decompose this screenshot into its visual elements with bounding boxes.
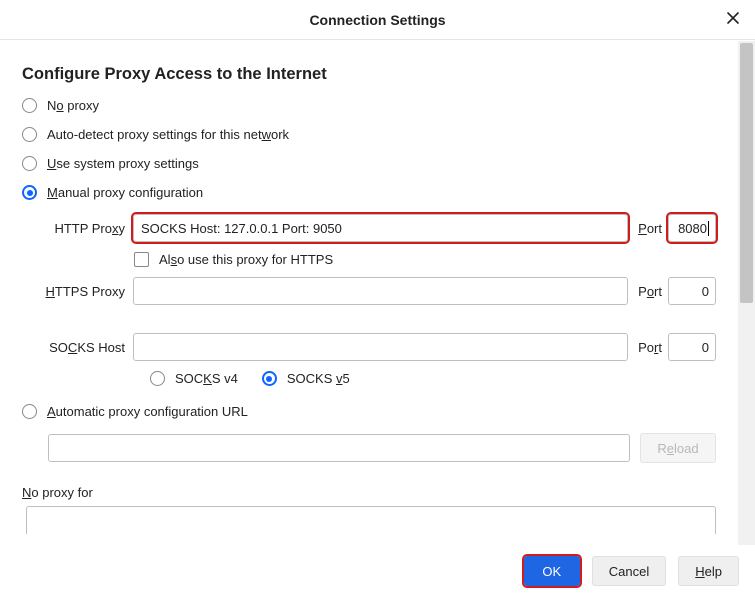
cancel-button[interactable]: Cancel	[592, 556, 666, 586]
http-port-label: Port	[638, 221, 662, 236]
http-proxy-label: HTTP Proxy	[40, 221, 125, 236]
radio-label: No proxy	[47, 98, 99, 113]
radio-label: Automatic proxy configuration URL	[47, 404, 248, 419]
titlebar: Connection Settings	[0, 0, 755, 40]
section-heading: Configure Proxy Access to the Internet	[22, 65, 716, 84]
radio-icon	[22, 127, 37, 142]
radio-icon	[22, 404, 37, 419]
scrollbar[interactable]	[738, 41, 755, 545]
help-button[interactable]: Help	[678, 556, 739, 586]
radio-icon	[22, 98, 37, 113]
dialog-title: Connection Settings	[309, 12, 445, 28]
https-port-input[interactable]: 0	[668, 277, 716, 305]
radio-icon	[262, 371, 277, 386]
socks-port-label: Port	[638, 340, 662, 355]
close-icon[interactable]	[725, 10, 741, 29]
reload-button: Reload	[640, 433, 716, 463]
radio-label: SOCKS v4	[175, 371, 238, 386]
radio-label: Use system proxy settings	[47, 156, 199, 171]
radio-socks-v4[interactable]: SOCKS v4	[150, 371, 238, 386]
ok-button[interactable]: OK	[524, 556, 580, 586]
radio-no-proxy[interactable]: No proxy	[22, 98, 716, 113]
https-port-label: Port	[638, 284, 662, 299]
http-port-input[interactable]: 8080	[668, 214, 716, 242]
radio-auto-config-url[interactable]: Automatic proxy configuration URL	[22, 404, 716, 419]
http-proxy-input[interactable]: SOCKS Host: 127.0.0.1 Port: 9050	[133, 214, 628, 242]
radio-label: Manual proxy configuration	[47, 185, 203, 200]
dialog-footer: OK Cancel Help	[0, 545, 755, 597]
https-proxy-input[interactable]	[133, 277, 628, 305]
also-https-checkbox[interactable]	[134, 252, 149, 267]
socks-host-input[interactable]	[133, 333, 628, 361]
auto-config-url-input[interactable]	[48, 434, 630, 462]
radio-label: Auto-detect proxy settings for this netw…	[47, 127, 289, 142]
radio-use-system[interactable]: Use system proxy settings	[22, 156, 716, 171]
https-proxy-label: HTTPS Proxy	[40, 284, 125, 299]
scrollbar-thumb[interactable]	[740, 43, 753, 303]
radio-icon	[22, 156, 37, 171]
radio-auto-detect[interactable]: Auto-detect proxy settings for this netw…	[22, 127, 716, 142]
radio-socks-v5[interactable]: SOCKS v5	[262, 371, 350, 386]
radio-icon	[22, 185, 37, 200]
socks-port-input[interactable]: 0	[668, 333, 716, 361]
no-proxy-for-input[interactable]	[26, 506, 716, 534]
radio-label: SOCKS v5	[287, 371, 350, 386]
radio-manual[interactable]: Manual proxy configuration	[22, 185, 716, 200]
no-proxy-for-label: No proxy for	[22, 485, 716, 500]
content-area: Configure Proxy Access to the Internet N…	[0, 41, 738, 545]
socks-host-label: SOCKS Host	[40, 340, 125, 355]
also-https-label: Also use this proxy for HTTPS	[159, 252, 333, 267]
radio-icon	[150, 371, 165, 386]
